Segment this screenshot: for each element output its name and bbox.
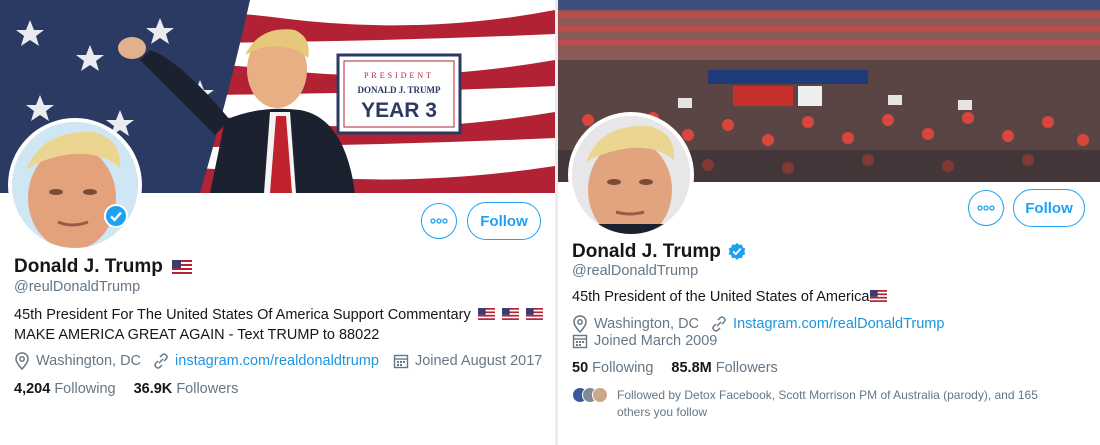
followed-by-text[interactable]: Followed by Detox Facebook, Scott Morris… [617, 387, 1097, 421]
banner-sign-year: YEAR 3 [361, 99, 437, 122]
followed-by-line-1: Followed by Detox Facebook, Scott Morris… [617, 388, 1038, 402]
following-stat[interactable]: 50 Following [572, 360, 653, 376]
profile-avatar[interactable] [568, 112, 694, 238]
following-count: 4,204 [14, 381, 51, 397]
us-flag-icon [171, 260, 192, 274]
location-text: Washington, DC [36, 353, 142, 369]
bio-text: 45th President of the United States of A… [572, 289, 870, 305]
banner-sign-name: DONALD J. TRUMP [357, 85, 441, 95]
profile-handle: @reulDonaldTrump [14, 279, 141, 295]
profile-panel-left: PRESIDENT DONALD J. TRUMP YEAR 3 Follow … [0, 0, 555, 445]
profile-bio: 45th President of the United States of A… [572, 287, 888, 307]
profile-meta: Washington, DC instagram.com/realdonaldt… [14, 352, 542, 370]
profile-name-row: Donald J. Trump [14, 256, 192, 278]
following-count: 50 [572, 360, 589, 376]
profile-link[interactable]: Instagram.com/realDonaldTrump [733, 316, 944, 332]
profile-avatar[interactable] [8, 118, 142, 252]
profile-joined: Joined March 2009 [572, 333, 717, 349]
verified-icon [727, 242, 747, 262]
follow-button[interactable]: Follow [467, 202, 541, 240]
profile-stats: 4,204 Following 36.9K Followers [14, 381, 238, 397]
us-flag-icon [477, 308, 495, 320]
bio-line-1-text: 45th President For The United States Of … [14, 307, 471, 323]
profile-stats: 50 Following 85.8M Followers [572, 360, 778, 376]
follow-button[interactable]: Follow [1013, 189, 1085, 227]
followers-count: 36.9K [133, 381, 173, 397]
profile-meta: Washington, DC Instagram.com/realDonaldT… [572, 315, 944, 333]
calendar-icon [572, 333, 588, 349]
bio-line-1: 45th President For The United States Of … [14, 305, 554, 325]
profile-name: Donald J. Trump [572, 241, 721, 262]
profile-name-row: Donald J. Trump [572, 241, 747, 263]
following-stat[interactable]: 4,204 Following [14, 381, 116, 397]
verified-icon [104, 204, 128, 228]
calendar-icon [393, 353, 409, 369]
following-label: Following [54, 381, 116, 397]
follower-avatar [592, 387, 608, 403]
us-flag-icon [870, 290, 888, 302]
joined-text: Joined August 2017 [414, 353, 543, 369]
profile-handle: @realDonaldTrump [572, 263, 699, 279]
us-flag-icon [525, 308, 543, 320]
more-icon [977, 205, 995, 211]
following-label: Following [592, 360, 654, 376]
location-icon [14, 352, 30, 370]
followed-by-line-2: others you follow [617, 405, 708, 419]
profile-panel-right: Follow Donald J. Trump @realDonaldTrump … [558, 0, 1100, 445]
joined-text: Joined March 2009 [594, 333, 718, 349]
followed-by-avatars[interactable] [572, 387, 612, 405]
bio-line-2: MAKE AMERICA GREAT AGAIN - Text TRUMP to… [14, 327, 380, 343]
link-icon [711, 316, 727, 332]
profile-link[interactable]: instagram.com/realdonaldtrump [175, 353, 379, 369]
us-flag-icon [501, 308, 519, 320]
more-icon [430, 218, 448, 224]
followers-count: 85.8M [671, 360, 712, 376]
followers-label: Followers [715, 360, 778, 376]
link-icon [153, 353, 169, 369]
profile-bio: 45th President For The United States Of … [14, 305, 554, 345]
followers-stat[interactable]: 36.9K Followers [134, 381, 239, 397]
location-icon [572, 315, 588, 333]
more-options-button[interactable] [421, 203, 457, 239]
profile-name: Donald J. Trump [14, 256, 163, 277]
followers-label: Followers [176, 381, 239, 397]
location-text: Washington, DC [594, 316, 700, 332]
followers-stat[interactable]: 85.8M Followers [671, 360, 777, 376]
avatar-image [572, 116, 690, 234]
avatar-image [12, 122, 138, 248]
banner-sign-president: PRESIDENT [363, 71, 435, 80]
more-options-button[interactable] [968, 190, 1004, 226]
